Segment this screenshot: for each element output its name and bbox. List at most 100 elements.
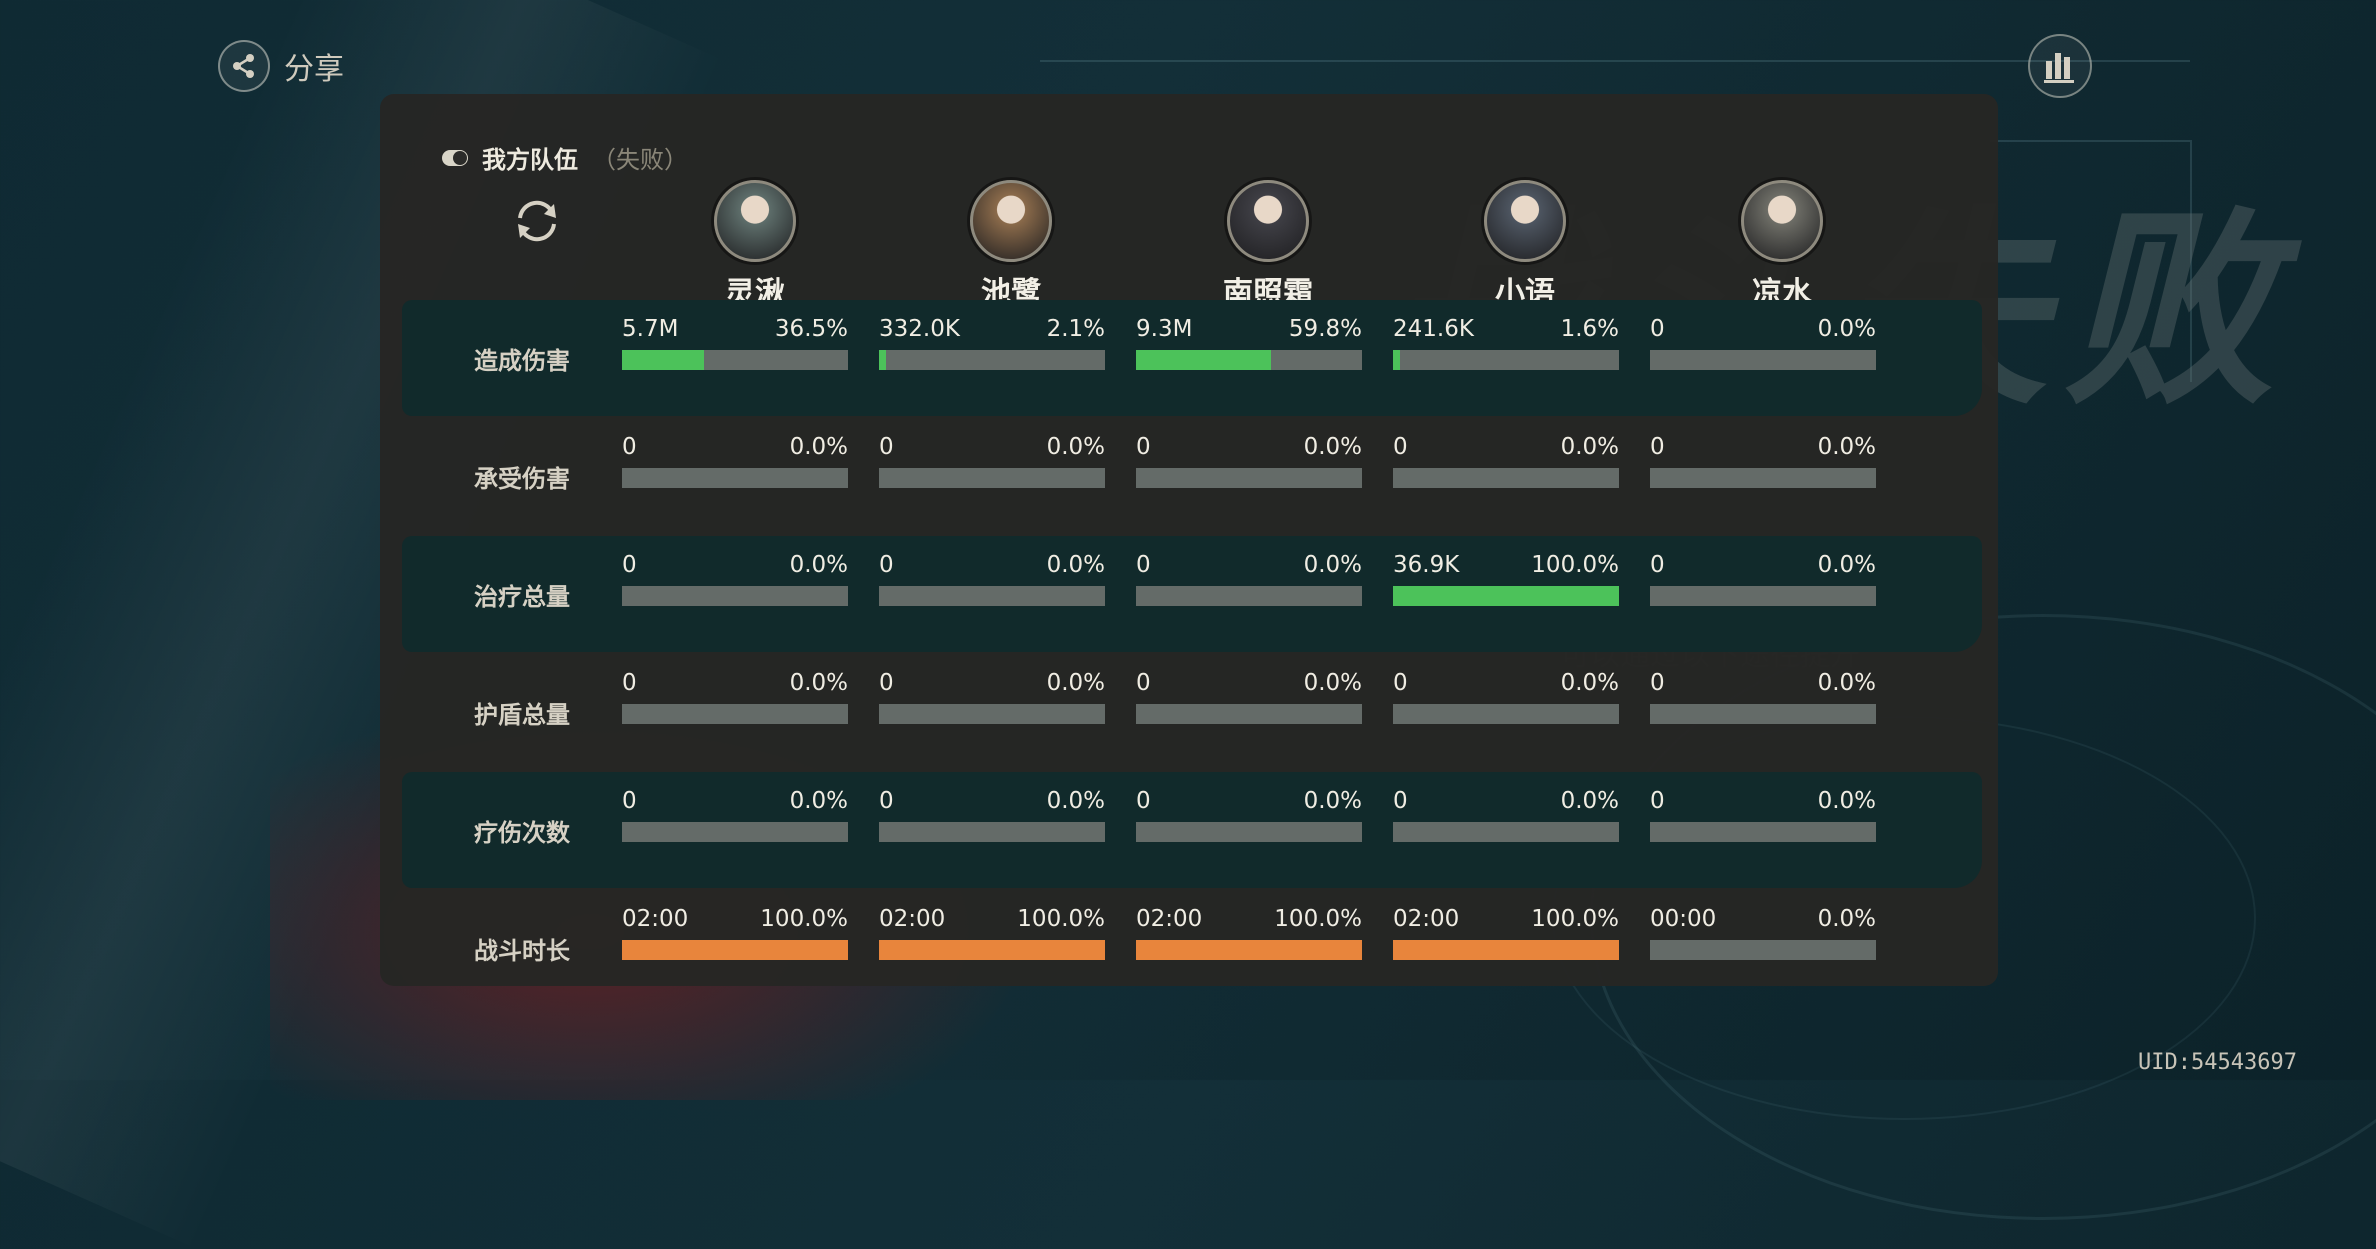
stat-bar	[879, 468, 1105, 488]
stat-cell: 02:00 100.0%	[1136, 904, 1362, 960]
team-toggle[interactable]	[442, 149, 468, 166]
stat-percent: 100.0%	[1531, 906, 1619, 932]
stat-label: 造成伤害	[474, 346, 570, 375]
bar-chart-icon	[2044, 53, 2074, 83]
stat-bar	[1650, 822, 1876, 842]
stat-cell: 0 0.0%	[1393, 432, 1619, 488]
stat-bar	[879, 586, 1105, 606]
stat-value: 02:00	[1136, 906, 1203, 932]
stat-percent: 0.0%	[1560, 670, 1619, 696]
stat-value: 0	[622, 434, 637, 460]
stat-bar	[1650, 940, 1876, 960]
stat-bar-fill	[622, 350, 705, 370]
stat-bar	[622, 586, 848, 606]
stat-percent: 0.0%	[1817, 434, 1876, 460]
stats-button[interactable]	[2028, 34, 2092, 98]
hero-avatar	[1484, 180, 1566, 262]
stat-bar-fill	[1136, 940, 1362, 960]
stat-value: 332.0K	[879, 316, 960, 342]
hero-header-row: 灵湫 池鹭 南照霜 小语 凉水	[380, 180, 1998, 311]
stat-value: 0	[1650, 316, 1665, 342]
stats-table: 造成伤害 5.7M 36.5% 332.0K 2.1% 9.3M 59.8% 241.6K 1.…	[402, 300, 1982, 1008]
stat-value: 0	[1650, 670, 1665, 696]
stat-bar	[622, 350, 848, 370]
hero-1[interactable]: 灵湫	[642, 180, 868, 312]
stat-percent: 0.0%	[1817, 552, 1876, 578]
stat-bar	[1136, 350, 1362, 370]
hero-3[interactable]: 南照霜	[1155, 180, 1381, 312]
stat-cell: 02:00 100.0%	[879, 904, 1105, 960]
stat-value: 02:00	[1393, 906, 1460, 932]
stat-value: 0	[622, 788, 637, 814]
stats-panel: 我方队伍 （失败） 灵湫 池鹭 南照霜 小语 凉水 造成伤害 5.7M 36.5% 332.0…	[380, 94, 1998, 986]
stat-percent: 0.0%	[789, 552, 848, 578]
stat-bar	[1136, 704, 1362, 724]
stat-bar	[622, 704, 848, 724]
share-button[interactable]: 分享	[218, 40, 344, 92]
stat-percent: 100.0%	[1017, 906, 1105, 932]
stat-bar	[1136, 586, 1362, 606]
stat-percent: 0.0%	[1817, 670, 1876, 696]
stat-label: 疗伤次数	[474, 818, 570, 847]
stat-percent: 0.0%	[1817, 906, 1876, 932]
stat-bar	[622, 822, 848, 842]
stat-value: 0	[1136, 552, 1151, 578]
stat-value: 0	[622, 670, 637, 696]
stat-cell: 0 0.0%	[879, 786, 1105, 842]
stat-bar-fill	[879, 350, 886, 370]
stat-value: 0	[1136, 434, 1151, 460]
stat-percent: 36.5%	[774, 316, 848, 342]
stat-value: 02:00	[879, 906, 946, 932]
stat-cell: 36.9K 100.0%	[1393, 550, 1619, 606]
stat-cell: 0 0.0%	[1650, 314, 1876, 370]
stat-percent: 0.0%	[1303, 670, 1362, 696]
stat-bar	[1650, 704, 1876, 724]
stat-percent: 0.0%	[1046, 788, 1105, 814]
share-label: 分享	[284, 52, 344, 87]
stat-bar	[1393, 940, 1619, 960]
stat-percent: 0.0%	[1560, 788, 1619, 814]
stat-percent: 2.1%	[1046, 316, 1105, 342]
stat-percent: 0.0%	[789, 434, 848, 460]
stat-percent: 1.6%	[1560, 316, 1619, 342]
stat-label: 战斗时长	[474, 936, 570, 965]
stat-cell: 0 0.0%	[1650, 668, 1876, 724]
stat-bar	[622, 940, 848, 960]
stat-bar-fill	[1393, 350, 1400, 370]
stat-label: 承受伤害	[474, 464, 570, 493]
stat-cell: 0 0.0%	[1393, 668, 1619, 724]
stat-label: 治疗总量	[474, 582, 570, 611]
stat-cell: 0 0.0%	[1650, 550, 1876, 606]
stat-bar	[1136, 940, 1362, 960]
stat-value: 0	[1650, 434, 1665, 460]
stat-value: 0	[879, 670, 894, 696]
hero-avatar	[714, 180, 796, 262]
stat-row: 承受伤害 0 0.0% 0 0.0% 0 0.0% 0 0.0% 0 0.0%	[402, 418, 1982, 534]
hero-4[interactable]: 小语	[1412, 180, 1638, 312]
stat-percent: 0.0%	[789, 670, 848, 696]
stat-cell: 9.3M 59.8%	[1136, 314, 1362, 370]
stat-cell: 332.0K 2.1%	[879, 314, 1105, 370]
stat-bar	[1650, 350, 1876, 370]
stat-percent: 0.0%	[1817, 316, 1876, 342]
stat-cell: 0 0.0%	[622, 786, 848, 842]
stat-cell: 0 0.0%	[1136, 668, 1362, 724]
stat-cell: 0 0.0%	[879, 668, 1105, 724]
hero-avatar	[970, 180, 1052, 262]
stat-bar	[622, 468, 848, 488]
stat-value: 0	[879, 552, 894, 578]
stat-percent: 0.0%	[1046, 670, 1105, 696]
team-header: 我方队伍 （失败）	[442, 140, 688, 175]
stat-bar	[1393, 586, 1619, 606]
stat-cell: 02:00 100.0%	[1393, 904, 1619, 960]
stat-value: 0	[1393, 670, 1408, 696]
stat-value: 241.6K	[1393, 316, 1474, 342]
team-label: 我方队伍	[482, 146, 578, 174]
hero-2[interactable]: 池鹭	[898, 180, 1124, 312]
stat-percent: 0.0%	[1303, 552, 1362, 578]
hero-5[interactable]: 凉水	[1669, 180, 1895, 312]
stat-bar	[879, 704, 1105, 724]
stat-percent: 0.0%	[789, 788, 848, 814]
team-status: （失败）	[592, 146, 688, 174]
stat-percent: 100.0%	[1531, 552, 1619, 578]
